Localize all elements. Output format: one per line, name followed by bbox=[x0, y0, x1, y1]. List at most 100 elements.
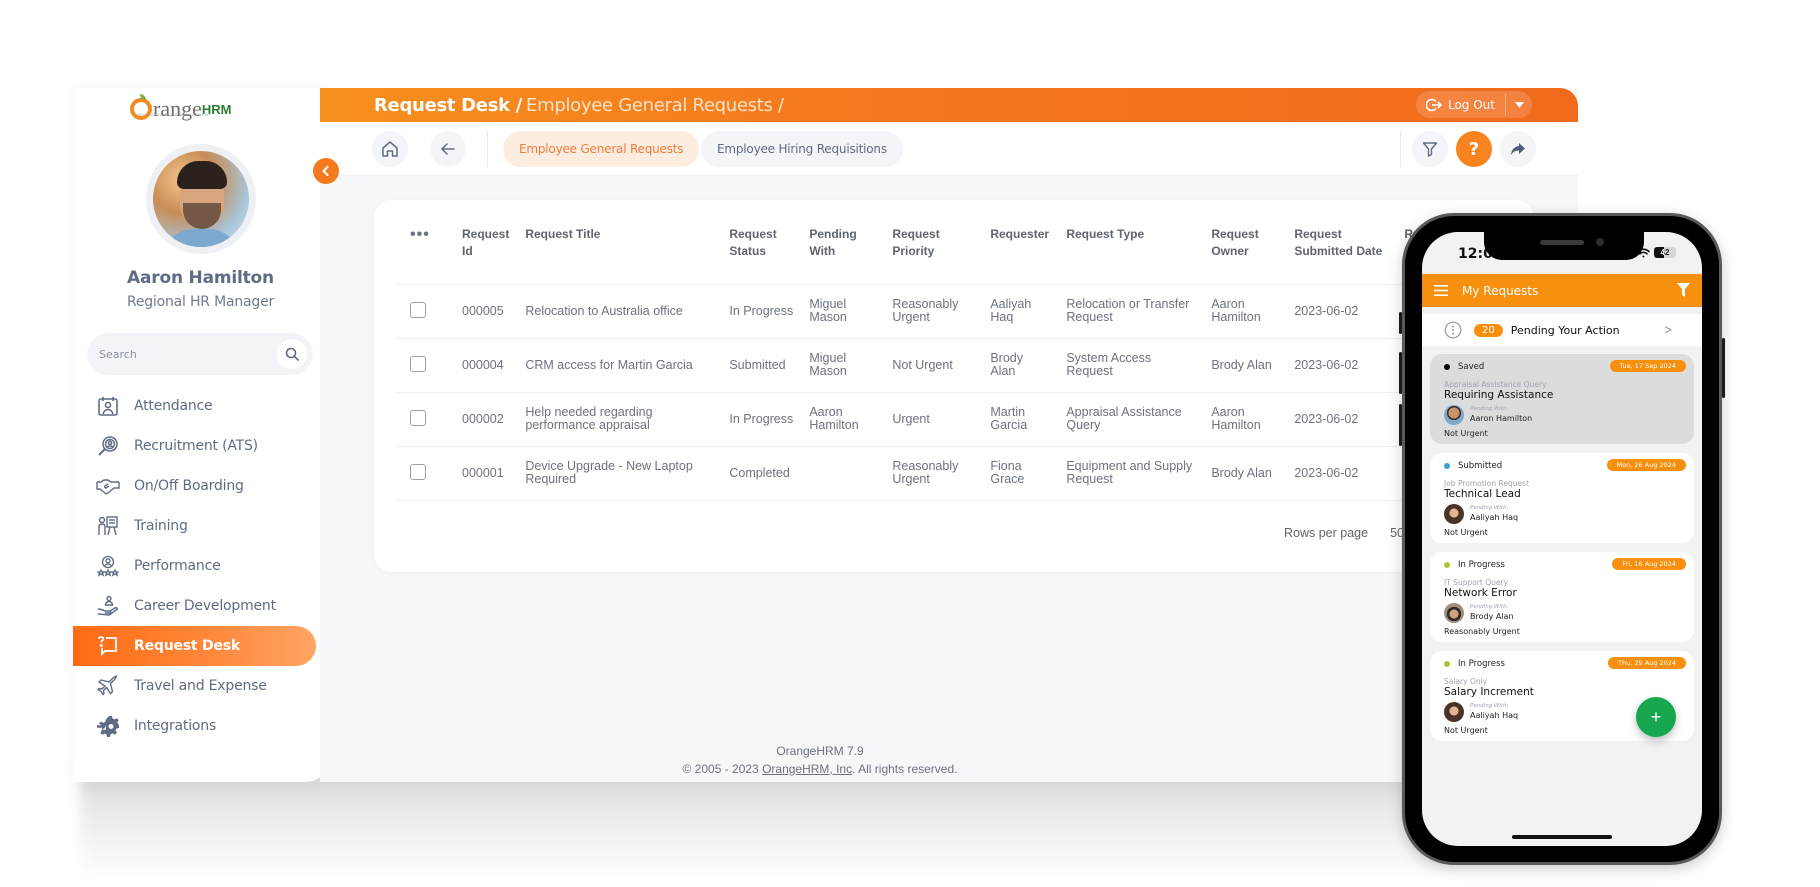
filter-button[interactable] bbox=[1412, 131, 1448, 167]
request-card[interactable]: Saved Tue, 17 Sep 2024 Appraisal Assista… bbox=[1430, 354, 1694, 444]
column-header-submitted-date[interactable]: Request Submitted Date bbox=[1286, 220, 1397, 285]
phone-volume-down bbox=[1399, 404, 1402, 446]
logo-tagline: NEW LEVEL OF HR MANAGEMENT bbox=[137, 112, 211, 117]
card-priority: Not Urgent bbox=[1444, 528, 1488, 537]
cell-request-title[interactable]: Help needed regarding performance apprai… bbox=[517, 392, 722, 447]
sidebar-item-integrations[interactable]: Integrations bbox=[73, 706, 328, 746]
card-title: Salary Increment bbox=[1444, 686, 1534, 698]
help-button[interactable]: ? bbox=[1456, 131, 1492, 167]
column-header-request-priority[interactable]: Request Priority bbox=[884, 220, 983, 285]
career-icon bbox=[96, 594, 120, 618]
hamburger-menu-icon[interactable] bbox=[1434, 285, 1448, 296]
card-date-badge: Mon, 26 Aug 2024 bbox=[1606, 459, 1686, 471]
sidebar-search bbox=[87, 333, 313, 375]
column-header-request-status[interactable]: Request Status bbox=[721, 220, 802, 285]
sidebar-item-label: Travel and Expense bbox=[134, 678, 267, 694]
table-row[interactable]: 000004 CRM access for Martin Garcia Subm… bbox=[396, 338, 1460, 393]
table-header-row: ••• Request Id Request Title Request Sta… bbox=[396, 220, 1460, 285]
cell-pending-with: Miguel Mason bbox=[801, 338, 885, 393]
logout-dropdown-toggle[interactable] bbox=[1506, 91, 1532, 118]
collapse-sidebar-button[interactable] bbox=[313, 158, 339, 184]
cell-request-owner: Aaron Hamilton bbox=[1203, 392, 1287, 447]
table-row[interactable]: 000005 Relocation to Australia office In… bbox=[396, 284, 1460, 339]
mockup-shadow bbox=[80, 770, 1440, 880]
sidebar-item-onoff-boarding[interactable]: On/Off Boarding bbox=[73, 466, 328, 506]
column-header-request-id[interactable]: Request Id bbox=[454, 220, 518, 285]
profile-avatar[interactable] bbox=[146, 144, 256, 254]
search-icon[interactable] bbox=[277, 339, 307, 369]
company-link[interactable]: OrangeHRM, Inc bbox=[762, 762, 852, 776]
logout-label: Log Out bbox=[1447, 97, 1495, 112]
sidebar-item-training[interactable]: Training bbox=[73, 506, 328, 546]
card-date-badge: Fri, 16 Aug 2024 bbox=[1612, 558, 1686, 570]
column-header-request-title[interactable]: Request Title bbox=[517, 220, 722, 285]
card-date-badge: Tue, 17 Sep 2024 bbox=[1609, 360, 1686, 372]
sidebar-item-attendance[interactable]: Attendance bbox=[73, 386, 328, 426]
sidebar-item-label: Training bbox=[134, 518, 188, 534]
add-request-button[interactable]: + bbox=[1636, 697, 1676, 737]
toolbar-divider bbox=[487, 131, 488, 167]
share-button[interactable] bbox=[1500, 131, 1536, 167]
sidebar-item-recruitment[interactable]: Recruitment (ATS) bbox=[73, 426, 328, 466]
cell-submitted-date: 2023-06-02 bbox=[1286, 284, 1397, 339]
logout-icon bbox=[1425, 98, 1442, 111]
tab-employee-general-requests[interactable]: Employee General Requests bbox=[503, 131, 700, 167]
tab-employee-hiring-requisitions[interactable]: Employee Hiring Requisitions bbox=[701, 131, 903, 167]
sidebar-item-request-desk[interactable]: Request Desk bbox=[73, 626, 316, 666]
cell-request-title[interactable]: CRM access for Martin Garcia bbox=[517, 338, 722, 393]
more-options-icon[interactable]: ••• bbox=[410, 226, 430, 243]
sidebar-item-career-development[interactable]: Career Development bbox=[73, 586, 328, 626]
breadcrumb-page[interactable]: Employee General Requests / bbox=[526, 95, 784, 116]
cell-request-title[interactable]: Relocation to Australia office bbox=[517, 284, 722, 339]
card-person: Aaliyah Haq bbox=[1470, 711, 1519, 720]
pending-with-label: Pending With: bbox=[1470, 505, 1509, 511]
request-card[interactable]: Submitted Mon, 26 Aug 2024 Job Promotion… bbox=[1430, 453, 1694, 543]
row-checkbox[interactable] bbox=[410, 355, 426, 372]
logout-button[interactable]: Log Out bbox=[1416, 91, 1505, 118]
sidebar-item-performance[interactable]: Performance bbox=[73, 546, 328, 586]
cell-pending-with bbox=[801, 446, 885, 501]
column-header-requester[interactable]: Requester bbox=[982, 220, 1059, 285]
cell-request-type: System Access Request bbox=[1058, 338, 1204, 393]
row-checkbox[interactable] bbox=[410, 463, 426, 480]
sidebar-search-input[interactable] bbox=[99, 347, 277, 361]
table-row[interactable]: 000002 Help needed regarding performance… bbox=[396, 392, 1460, 447]
breadcrumb-module[interactable]: Request Desk / bbox=[374, 95, 522, 116]
mobile-screen: 12:05 42 My Requests 20 Pending Your Act… bbox=[1422, 232, 1702, 846]
sidebar-item-label: Career Development bbox=[134, 598, 276, 614]
battery-level: 42 bbox=[1660, 248, 1670, 257]
filter-icon[interactable] bbox=[1677, 283, 1690, 297]
request-card[interactable]: In Progress Fri, 16 Aug 2024 IT Support … bbox=[1430, 552, 1694, 642]
more-vertical-icon bbox=[1444, 321, 1462, 339]
person-avatar bbox=[1444, 504, 1464, 524]
chevron-left-icon bbox=[322, 165, 329, 177]
training-icon bbox=[96, 514, 120, 538]
cell-request-id: 000001 bbox=[454, 446, 518, 501]
row-checkbox[interactable] bbox=[410, 409, 426, 426]
performance-icon bbox=[96, 554, 120, 578]
column-header-request-type[interactable]: Request Type bbox=[1058, 220, 1204, 285]
back-button[interactable] bbox=[430, 131, 466, 167]
cell-request-owner: Brody Alan bbox=[1203, 446, 1287, 501]
card-person: Brody Alan bbox=[1470, 612, 1514, 621]
row-checkbox[interactable] bbox=[410, 301, 426, 318]
sidebar-item-label: On/Off Boarding bbox=[134, 478, 244, 494]
sidebar-item-travel-expense[interactable]: Travel and Expense bbox=[73, 666, 328, 706]
column-header-pending-with[interactable]: Pending With bbox=[801, 220, 885, 285]
card-category: Appraisal Assistance Query bbox=[1444, 380, 1547, 389]
integrations-icon bbox=[96, 714, 120, 738]
card-status-label: Submitted bbox=[1458, 461, 1503, 471]
handshake-icon bbox=[96, 474, 120, 498]
card-title: Requiring Assistance bbox=[1444, 389, 1554, 401]
column-header-request-owner[interactable]: Request Owner bbox=[1203, 220, 1287, 285]
mobile-page-title: My Requests bbox=[1462, 283, 1539, 298]
plane-icon bbox=[96, 674, 120, 698]
person-avatar bbox=[1444, 405, 1464, 425]
home-button[interactable] bbox=[372, 131, 408, 167]
cell-request-type: Appraisal Assistance Query bbox=[1058, 392, 1204, 447]
pending-action-row[interactable]: 20 Pending Your Action > bbox=[1422, 314, 1702, 346]
home-icon bbox=[382, 141, 398, 157]
cell-request-title[interactable]: Device Upgrade - New Laptop Required bbox=[517, 446, 722, 501]
plus-icon: + bbox=[1650, 706, 1662, 727]
table-row[interactable]: 000001 Device Upgrade - New Laptop Requi… bbox=[396, 446, 1460, 501]
